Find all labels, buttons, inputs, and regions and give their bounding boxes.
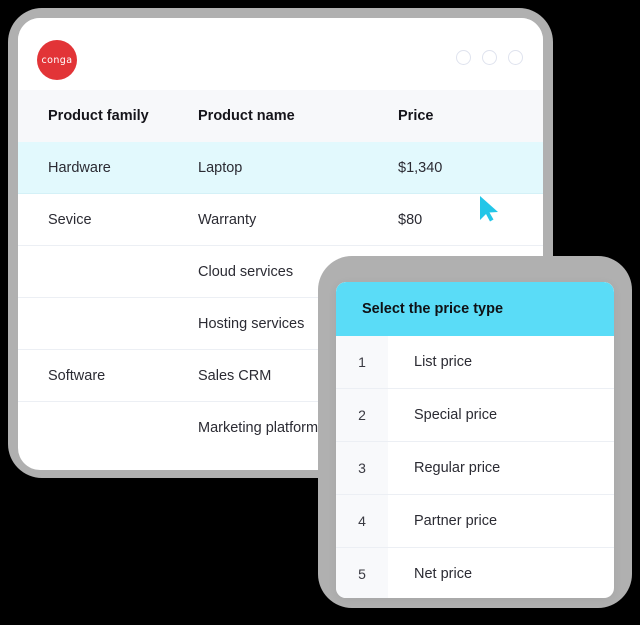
option-label: Net price xyxy=(414,566,473,582)
column-header-product-family[interactable]: Product family xyxy=(18,90,198,142)
price-type-option[interactable]: 3 Regular price xyxy=(336,442,614,495)
cell-product-family xyxy=(18,402,198,454)
cell-product-family xyxy=(18,245,198,298)
window-control-dots xyxy=(456,50,523,65)
window-dot-icon-1[interactable] xyxy=(456,50,471,65)
window-dot-icon-2[interactable] xyxy=(482,50,497,65)
option-label: Partner price xyxy=(414,513,498,529)
table-row[interactable]: Sevice Warranty $80 xyxy=(18,193,543,246)
price-type-option[interactable]: 4 Partner price xyxy=(336,495,614,548)
option-number: 3 xyxy=(336,442,388,494)
table-header-row: Product family Product name Price xyxy=(18,90,543,142)
option-label: List price xyxy=(414,354,473,370)
cell-product-name: Laptop xyxy=(198,142,398,194)
dropdown-title: Select the price type xyxy=(336,282,614,336)
cell-product-name: Warranty xyxy=(198,193,398,246)
cell-product-family: Sevice xyxy=(18,193,198,246)
window-titlebar: conga xyxy=(18,18,543,90)
option-label: Regular price xyxy=(414,460,501,476)
price-type-option[interactable]: 1 List price xyxy=(336,336,614,389)
cell-product-family xyxy=(18,297,198,350)
price-type-dropdown: Select the price type 1 List price 2 Specia… xyxy=(336,282,614,598)
cell-product-family: Hardware xyxy=(18,142,198,194)
option-number: 4 xyxy=(336,495,388,547)
cell-price: $1,340 xyxy=(398,142,543,194)
price-type-option[interactable]: 2 Special price xyxy=(336,389,614,442)
column-header-price[interactable]: Price xyxy=(398,90,543,142)
option-label: Special price xyxy=(414,407,498,423)
price-type-option[interactable]: 5 Net price xyxy=(336,548,614,598)
conga-logo: conga xyxy=(37,40,77,80)
column-header-product-name[interactable]: Product name xyxy=(198,90,398,142)
cell-product-family: Software xyxy=(18,349,198,402)
cell-price: $80 xyxy=(398,193,543,246)
option-number: 5 xyxy=(336,548,388,598)
option-number: 1 xyxy=(336,336,388,388)
product-table-header: Product family Product name Price xyxy=(18,90,543,142)
option-number: 2 xyxy=(336,389,388,441)
table-row[interactable]: Hardware Laptop $1,340 xyxy=(18,142,543,194)
window-dot-icon-3[interactable] xyxy=(508,50,523,65)
price-type-option-list: 1 List price 2 Special price 3 Regular price 4… xyxy=(336,336,614,598)
brand-logo-text: conga xyxy=(41,54,73,66)
